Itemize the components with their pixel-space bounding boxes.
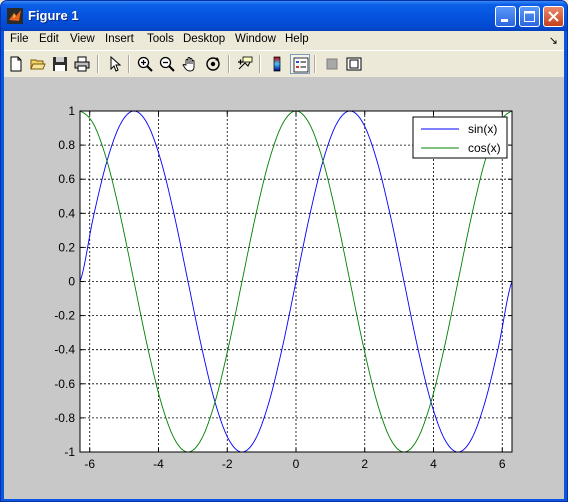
toolbar-separator [259, 55, 261, 73]
x-tick-label: 2 [361, 457, 368, 471]
new-document-icon [10, 56, 22, 72]
y-tick-label: -1 [64, 445, 75, 459]
y-tick-label: -0.4 [54, 343, 75, 357]
hand-pan-icon [182, 57, 195, 72]
dock-arrow-icon[interactable]: ↘ [549, 34, 558, 47]
close-icon [548, 11, 559, 22]
maximize-icon [524, 11, 535, 22]
figure-canvas[interactable]: -6 -4 -2 0 2 4 6 -1 -0.8 -0.6 -0.4 -0.2 0 0.2 0.4 0.6 0.… [4, 77, 564, 499]
colorbar-button[interactable] [267, 54, 287, 74]
legend-icon [293, 57, 309, 73]
figure-toolbar [4, 50, 564, 78]
toolbar-separator [128, 55, 130, 73]
y-tick-label: 0.2 [58, 240, 75, 254]
toolbar-separator [228, 55, 230, 73]
menu-file[interactable]: File [10, 33, 29, 45]
menu-tools[interactable]: Tools [147, 33, 174, 45]
y-tick-label: 0 [68, 275, 75, 289]
close-button[interactable] [543, 6, 564, 27]
floppy-disk-icon [53, 57, 67, 71]
x-tick-label: 6 [499, 457, 506, 471]
title-bar[interactable]: Figure 1 [1, 1, 567, 31]
y-tick-label: 0.4 [58, 206, 75, 220]
legend-label: cos(x) [468, 141, 501, 155]
x-tick-label: -4 [153, 457, 164, 471]
folder-open-icon [30, 59, 46, 70]
y-tick-label: 0.6 [58, 172, 75, 186]
menu-window[interactable]: Window [235, 33, 276, 45]
show-plot-tools-button[interactable] [344, 54, 364, 74]
y-tick-label: -0.2 [54, 309, 75, 323]
colorbar-icon [273, 56, 281, 72]
data-cursor-icon [238, 56, 253, 70]
x-tick-label: -2 [222, 457, 233, 471]
sin-cos-plot[interactable]: -6 -4 -2 0 2 4 6 -1 -0.8 -0.6 -0.4 -0.2 0 0.2 0.4 0.6 0.… [4, 77, 564, 499]
menu-help[interactable]: Help [285, 33, 309, 45]
figure-window: Figure 1 File Edit View Insert Tools Des… [0, 0, 568, 502]
toolbar-separator [314, 55, 316, 73]
y-tick-label: 0.8 [58, 138, 75, 152]
new-figure-button[interactable] [6, 54, 26, 74]
show-plot-tools-icon [346, 57, 362, 71]
matlab-logo-icon [7, 8, 23, 24]
x-tick-label: 4 [430, 457, 437, 471]
menu-bar: File Edit View Insert Tools Desktop Wind… [4, 31, 564, 50]
rotate-3d-button[interactable] [203, 54, 223, 74]
zoom-out-button[interactable] [157, 54, 177, 74]
toolbar-separator [97, 55, 99, 73]
menu-desktop[interactable]: Desktop [183, 33, 225, 45]
edit-plot-button[interactable] [105, 54, 125, 74]
hide-plot-tools-icon [326, 58, 338, 70]
x-tick-label: 0 [293, 457, 300, 471]
menu-edit[interactable]: Edit [39, 33, 59, 45]
y-tick-label: -0.6 [54, 377, 75, 391]
x-tick-label: -6 [84, 457, 95, 471]
save-button[interactable] [50, 54, 70, 74]
open-file-button[interactable] [28, 54, 48, 74]
pan-button[interactable] [180, 54, 200, 74]
rotate-3d-icon [206, 57, 220, 71]
client-area: File Edit View Insert Tools Desktop Wind… [4, 31, 564, 499]
data-cursor-button[interactable] [235, 54, 255, 74]
zoom-in-button[interactable] [135, 54, 155, 74]
legend-label: sin(x) [468, 122, 497, 136]
zoom-out-icon [159, 56, 175, 72]
window-title: Figure 1 [28, 8, 79, 23]
minimize-icon [501, 19, 508, 22]
hide-plot-tools-button[interactable] [322, 54, 342, 74]
arrow-pointer-icon [110, 56, 122, 72]
printer-icon [74, 56, 90, 72]
print-button[interactable] [72, 54, 92, 74]
legend-button[interactable] [290, 54, 310, 74]
minimize-button[interactable] [495, 6, 516, 27]
maximize-button[interactable] [519, 6, 540, 27]
y-tick-label: -0.8 [54, 411, 75, 425]
menu-view[interactable]: View [70, 33, 95, 45]
zoom-in-icon [137, 56, 153, 72]
y-tick-label: 1 [68, 104, 75, 118]
menu-insert[interactable]: Insert [105, 33, 134, 45]
